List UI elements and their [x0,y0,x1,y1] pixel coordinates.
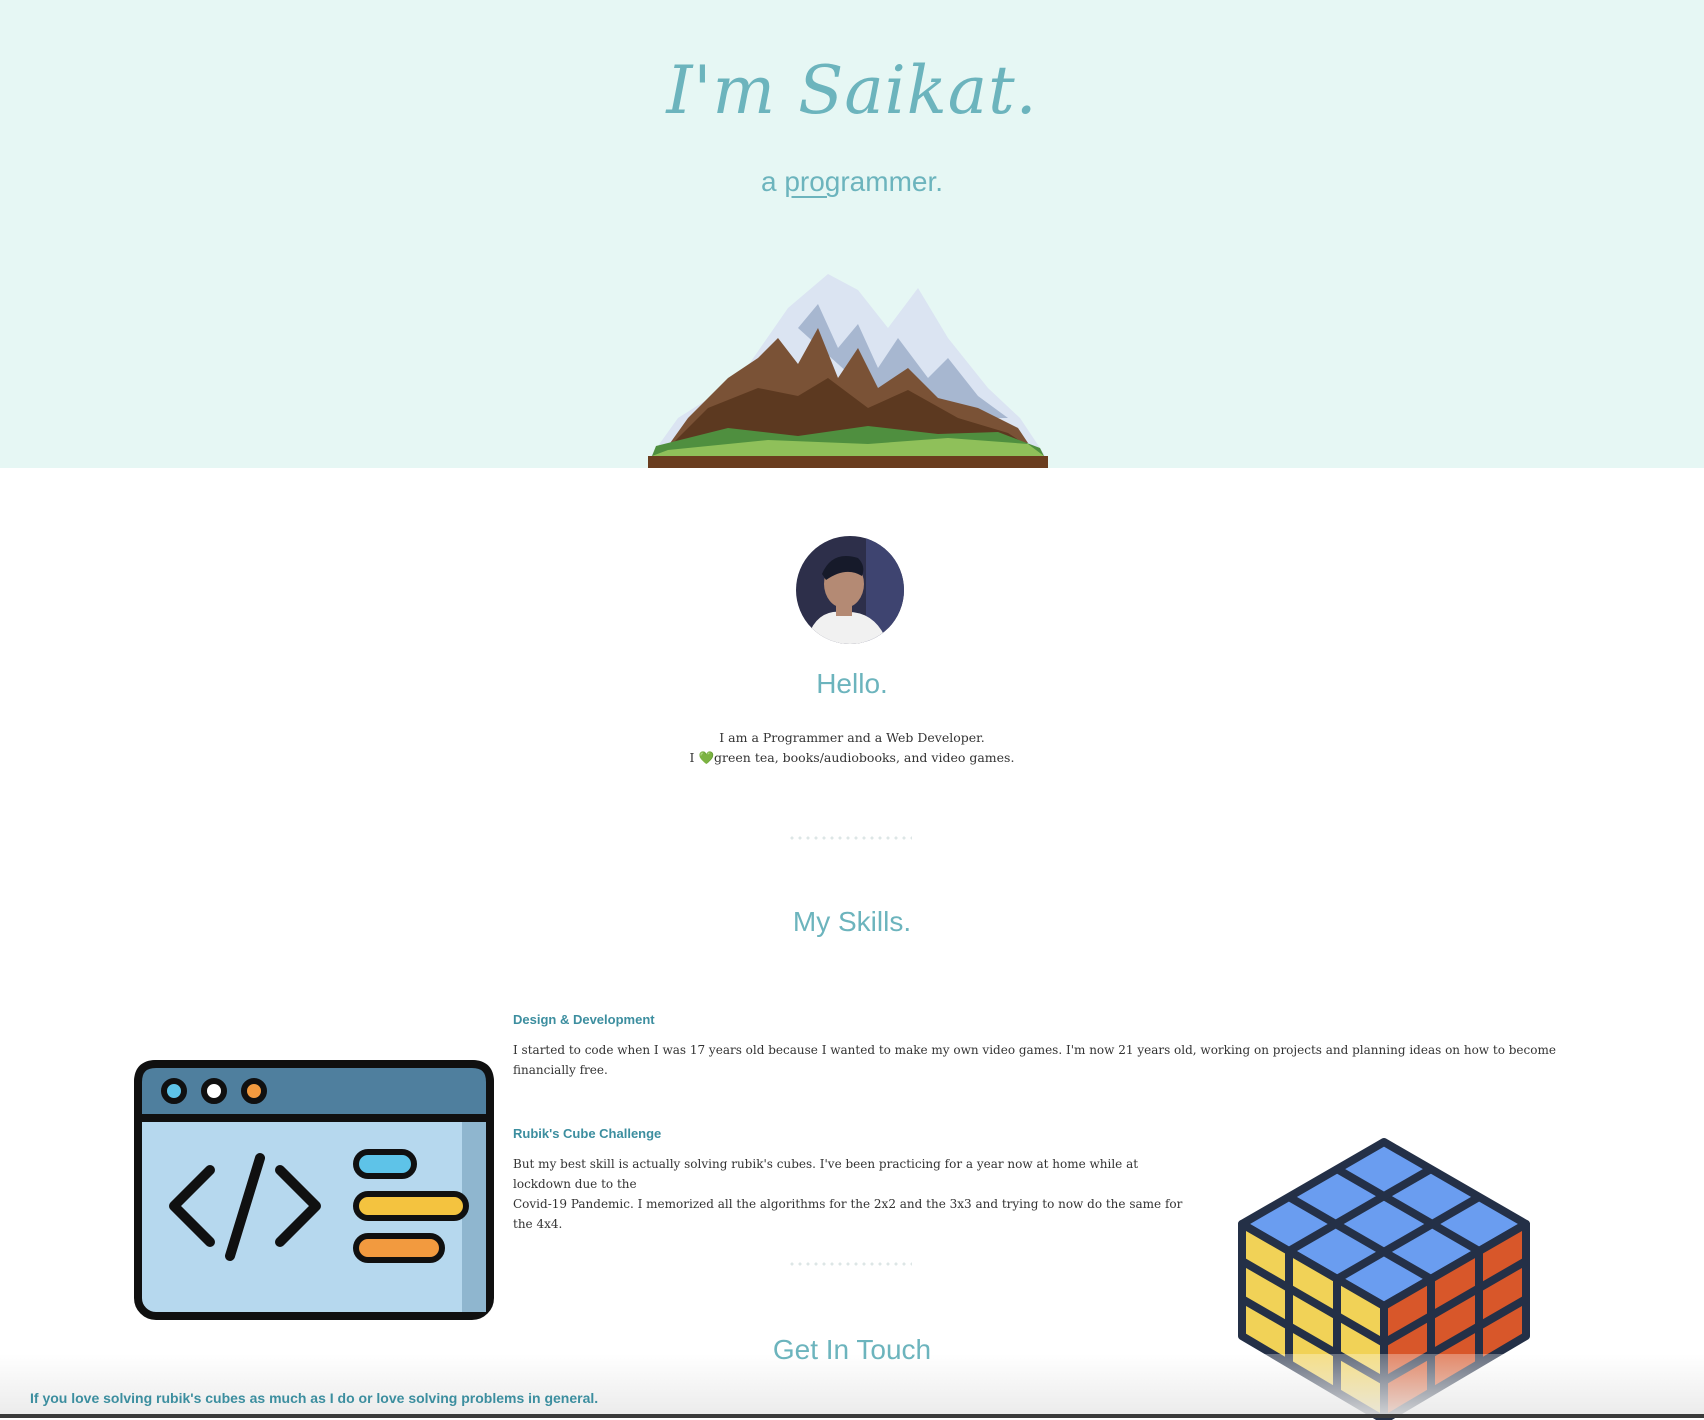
section-divider [788,836,912,840]
hero-subtitle-rest: rammer. [840,166,944,197]
intro-line-1: I am a Programmer and a Web Developer. [719,730,985,745]
skill-title-rubiks: Rubik's Cube Challenge [513,1126,662,1141]
contact-heading: Get In Touch [772,1334,932,1365]
hero-title: I'm Saikat. [666,52,1038,129]
mountain-illustration [648,274,1048,468]
avatar-photo [796,536,904,644]
skill-text-design: I started to code when I was 17 years ol… [513,1043,1556,1077]
intro-line-2-rest: green tea, books/audiobooks, and video g… [714,750,1015,765]
section-divider-2 [788,1262,912,1266]
hero-subtitle-prefix: a [760,166,785,197]
hello-heading: Hello. [816,668,888,699]
bottom-border [0,1414,1704,1418]
skill-text-rubiks-line-2: Covid-19 Pandemic. I memorized all the a… [513,1197,1183,1231]
intro-line-2: I 💚green tea, books/audiobooks, and vide… [0,748,1704,768]
hero-section: I'm Saikat. a programmer. [0,0,1704,468]
heart-icon: 💚 [698,750,715,765]
skill-text-rubiks: But my best skill is actually solving ru… [513,1154,1193,1234]
skills-heading: My Skills. [792,906,912,937]
intro-text: I am a Programmer and a Web Developer. I… [0,728,1704,768]
skill-title-design: Design & Development [513,1012,655,1027]
contact-text: If you love solving rubik's cubes as muc… [30,1390,599,1406]
hero-subtitle: a programmer. [0,166,1704,198]
hero-subtitle-underlined: prog [784,166,841,197]
avatar [796,536,904,644]
skill-text-rubiks-line-1: But my best skill is actually solving ru… [513,1157,1139,1191]
code-window-icon [134,1060,494,1320]
